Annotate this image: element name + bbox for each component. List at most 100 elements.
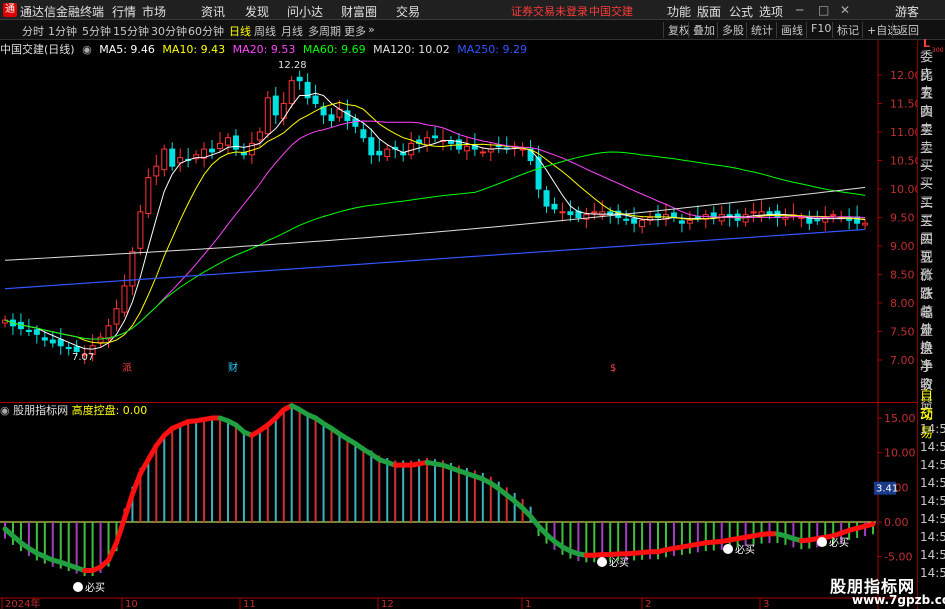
menu-item-news[interactable]: 资讯 bbox=[201, 3, 225, 20]
date-label-3: 12 bbox=[381, 599, 394, 609]
ma10-label: MA10: 9.43 bbox=[162, 43, 226, 56]
event-marker-dividend: 派 bbox=[122, 362, 132, 374]
candle-body bbox=[121, 285, 128, 313]
high-label: 12.28 bbox=[278, 60, 307, 71]
candle-body bbox=[567, 211, 574, 216]
buy-marker-icon bbox=[723, 544, 733, 554]
candle-body bbox=[559, 211, 566, 214]
osc-tick-label-1: 10.00 bbox=[884, 447, 916, 460]
tab-15min[interactable]: 15分钟 bbox=[113, 23, 149, 39]
guest-label[interactable]: 游客 bbox=[895, 3, 919, 20]
back-button[interactable]: 返回 bbox=[892, 22, 919, 38]
candle-body bbox=[105, 325, 112, 340]
multi-stock-button[interactable]: 多股 bbox=[717, 22, 744, 38]
buy-label-0: 必买 bbox=[85, 581, 105, 594]
ma5-label: MA5: 9.46 bbox=[99, 43, 155, 56]
price-tick-label-1: 11.50 bbox=[890, 98, 917, 111]
tab-intraday[interactable]: 分时 bbox=[22, 23, 44, 39]
menu-item-ask[interactable]: 问小达 bbox=[287, 3, 323, 20]
candle-body bbox=[742, 214, 749, 223]
osc-ribbon bbox=[129, 470, 143, 497]
candle-body bbox=[73, 346, 80, 352]
trade-time-3: 14:56 bbox=[920, 476, 945, 490]
candle-body bbox=[264, 97, 271, 135]
tab-daily[interactable]: 日线 bbox=[229, 23, 251, 39]
tab-5min[interactable]: 5分钟 bbox=[82, 23, 111, 39]
quote-side-panel: L 300 委比 卖五 卖四 卖三 卖二 卖一 买一 买二 买三 买四 买五 现价 涨跌 涨幅 总量 外盘 换手… bbox=[917, 37, 945, 609]
date-label-5: 2 bbox=[645, 599, 651, 609]
minimize-icon[interactable]: ─ bbox=[796, 3, 803, 17]
menu-item-discover[interactable]: 发现 bbox=[245, 3, 269, 20]
buy-label-1: 必买 bbox=[609, 556, 629, 569]
candle-body bbox=[41, 337, 48, 341]
trade-time-2: 14:56 bbox=[920, 458, 945, 472]
candle-body bbox=[519, 148, 526, 151]
candle-body bbox=[272, 95, 279, 116]
date-label-0: 2024年 bbox=[5, 597, 40, 609]
trade-time-7: 14:56 bbox=[920, 548, 945, 562]
kline-chart[interactable]: 12.0011.5011.0010.5010.009.509.008.508.0… bbox=[0, 40, 917, 609]
menu-item-market[interactable]: 市场 bbox=[142, 3, 166, 20]
trade-time-0: 14:56 bbox=[920, 422, 945, 436]
tab-multi-period[interactable]: 多周期 bbox=[308, 23, 341, 39]
menu-item-layout[interactable]: 版面 bbox=[697, 3, 721, 20]
menu-item-trade[interactable]: 交易 bbox=[396, 3, 420, 20]
price-axis: 12.0011.5011.0010.5010.009.509.008.508.0… bbox=[1, 69, 917, 609]
buy-marker-icon bbox=[73, 582, 83, 592]
tab-monthly[interactable]: 月线 bbox=[281, 23, 303, 39]
candle-body bbox=[129, 251, 136, 287]
more-dropdown-icon[interactable]: » bbox=[368, 23, 375, 36]
f10-button[interactable]: F10 bbox=[806, 22, 831, 38]
osc-ribbon bbox=[106, 540, 119, 563]
candle-body bbox=[145, 177, 152, 215]
menu-item-options[interactable]: 选项 bbox=[759, 3, 783, 20]
tab-30min[interactable]: 30分钟 bbox=[151, 23, 187, 39]
candle-body bbox=[376, 150, 383, 156]
candle-body bbox=[296, 76, 303, 82]
draw-line-button[interactable]: 画线 bbox=[776, 22, 803, 38]
buy-label-2: 必买 bbox=[735, 543, 755, 556]
candle-body bbox=[782, 217, 789, 220]
candle-body bbox=[137, 211, 144, 249]
stats-button[interactable]: 统计 bbox=[746, 22, 773, 38]
adjust-button[interactable]: 复权 bbox=[663, 22, 690, 38]
osc-tick-label-3: 0.00 bbox=[884, 516, 909, 529]
mark-button[interactable]: 标记 bbox=[832, 22, 859, 38]
close-icon[interactable]: ✕ bbox=[840, 3, 850, 17]
overlay-button[interactable]: 叠加 bbox=[688, 22, 715, 38]
maximize-icon[interactable]: □ bbox=[818, 3, 829, 17]
ma-toggle-icon[interactable]: ◉ bbox=[82, 43, 92, 56]
price-tick-label-3: 10.50 bbox=[890, 155, 917, 168]
main-panel-title: 中国交建(日线) bbox=[0, 43, 75, 56]
menu-item-function[interactable]: 功能 bbox=[667, 3, 691, 20]
tab-more[interactable]: 更多 bbox=[344, 23, 366, 39]
candle-body bbox=[288, 80, 295, 104]
menu-item-wealth[interactable]: 财富圈 bbox=[341, 3, 377, 20]
tab-60min[interactable]: 60分钟 bbox=[188, 23, 224, 39]
tab-weekly[interactable]: 周线 bbox=[254, 23, 276, 39]
trade-time-6: 14:56 bbox=[920, 530, 945, 544]
menu-item-formula[interactable]: 公式 bbox=[729, 3, 753, 20]
chart-toolbar: 分时 1分钟 5分钟 15分钟 30分钟 60分钟 日线 周线 月线 多周期 更… bbox=[0, 20, 945, 40]
candle-body bbox=[352, 118, 359, 127]
ma250-label: MA250: 9.29 bbox=[457, 43, 528, 56]
stock-name: 中国交建 bbox=[589, 5, 633, 18]
candle-body bbox=[161, 148, 168, 171]
menu-item-quotes[interactable]: 行情 bbox=[112, 3, 136, 20]
settings-icon[interactable]: ◉ bbox=[0, 404, 10, 417]
app-logo-icon: 通 bbox=[3, 3, 17, 17]
candle-body bbox=[694, 216, 701, 219]
candle-body bbox=[463, 145, 470, 152]
watermark: 股朋指标网 www.7gpzb.com bbox=[822, 573, 945, 609]
candle-body bbox=[670, 212, 677, 219]
candle-body bbox=[543, 190, 550, 207]
tab-1min[interactable]: 1分钟 bbox=[48, 23, 77, 39]
date-label-6: 3 bbox=[763, 599, 769, 609]
sub-panel-param: 高度控盘: 0.00 bbox=[71, 404, 148, 417]
candle-body bbox=[479, 151, 486, 154]
candle-body bbox=[209, 148, 216, 153]
login-status[interactable]: 证券交易未登录 bbox=[511, 3, 588, 19]
sub-panel-header: ◉ 股朋指标网 高度控盘: 0.00 bbox=[0, 402, 147, 417]
ma20-label: MA20: 9.53 bbox=[232, 43, 296, 56]
candle-body bbox=[623, 218, 630, 221]
